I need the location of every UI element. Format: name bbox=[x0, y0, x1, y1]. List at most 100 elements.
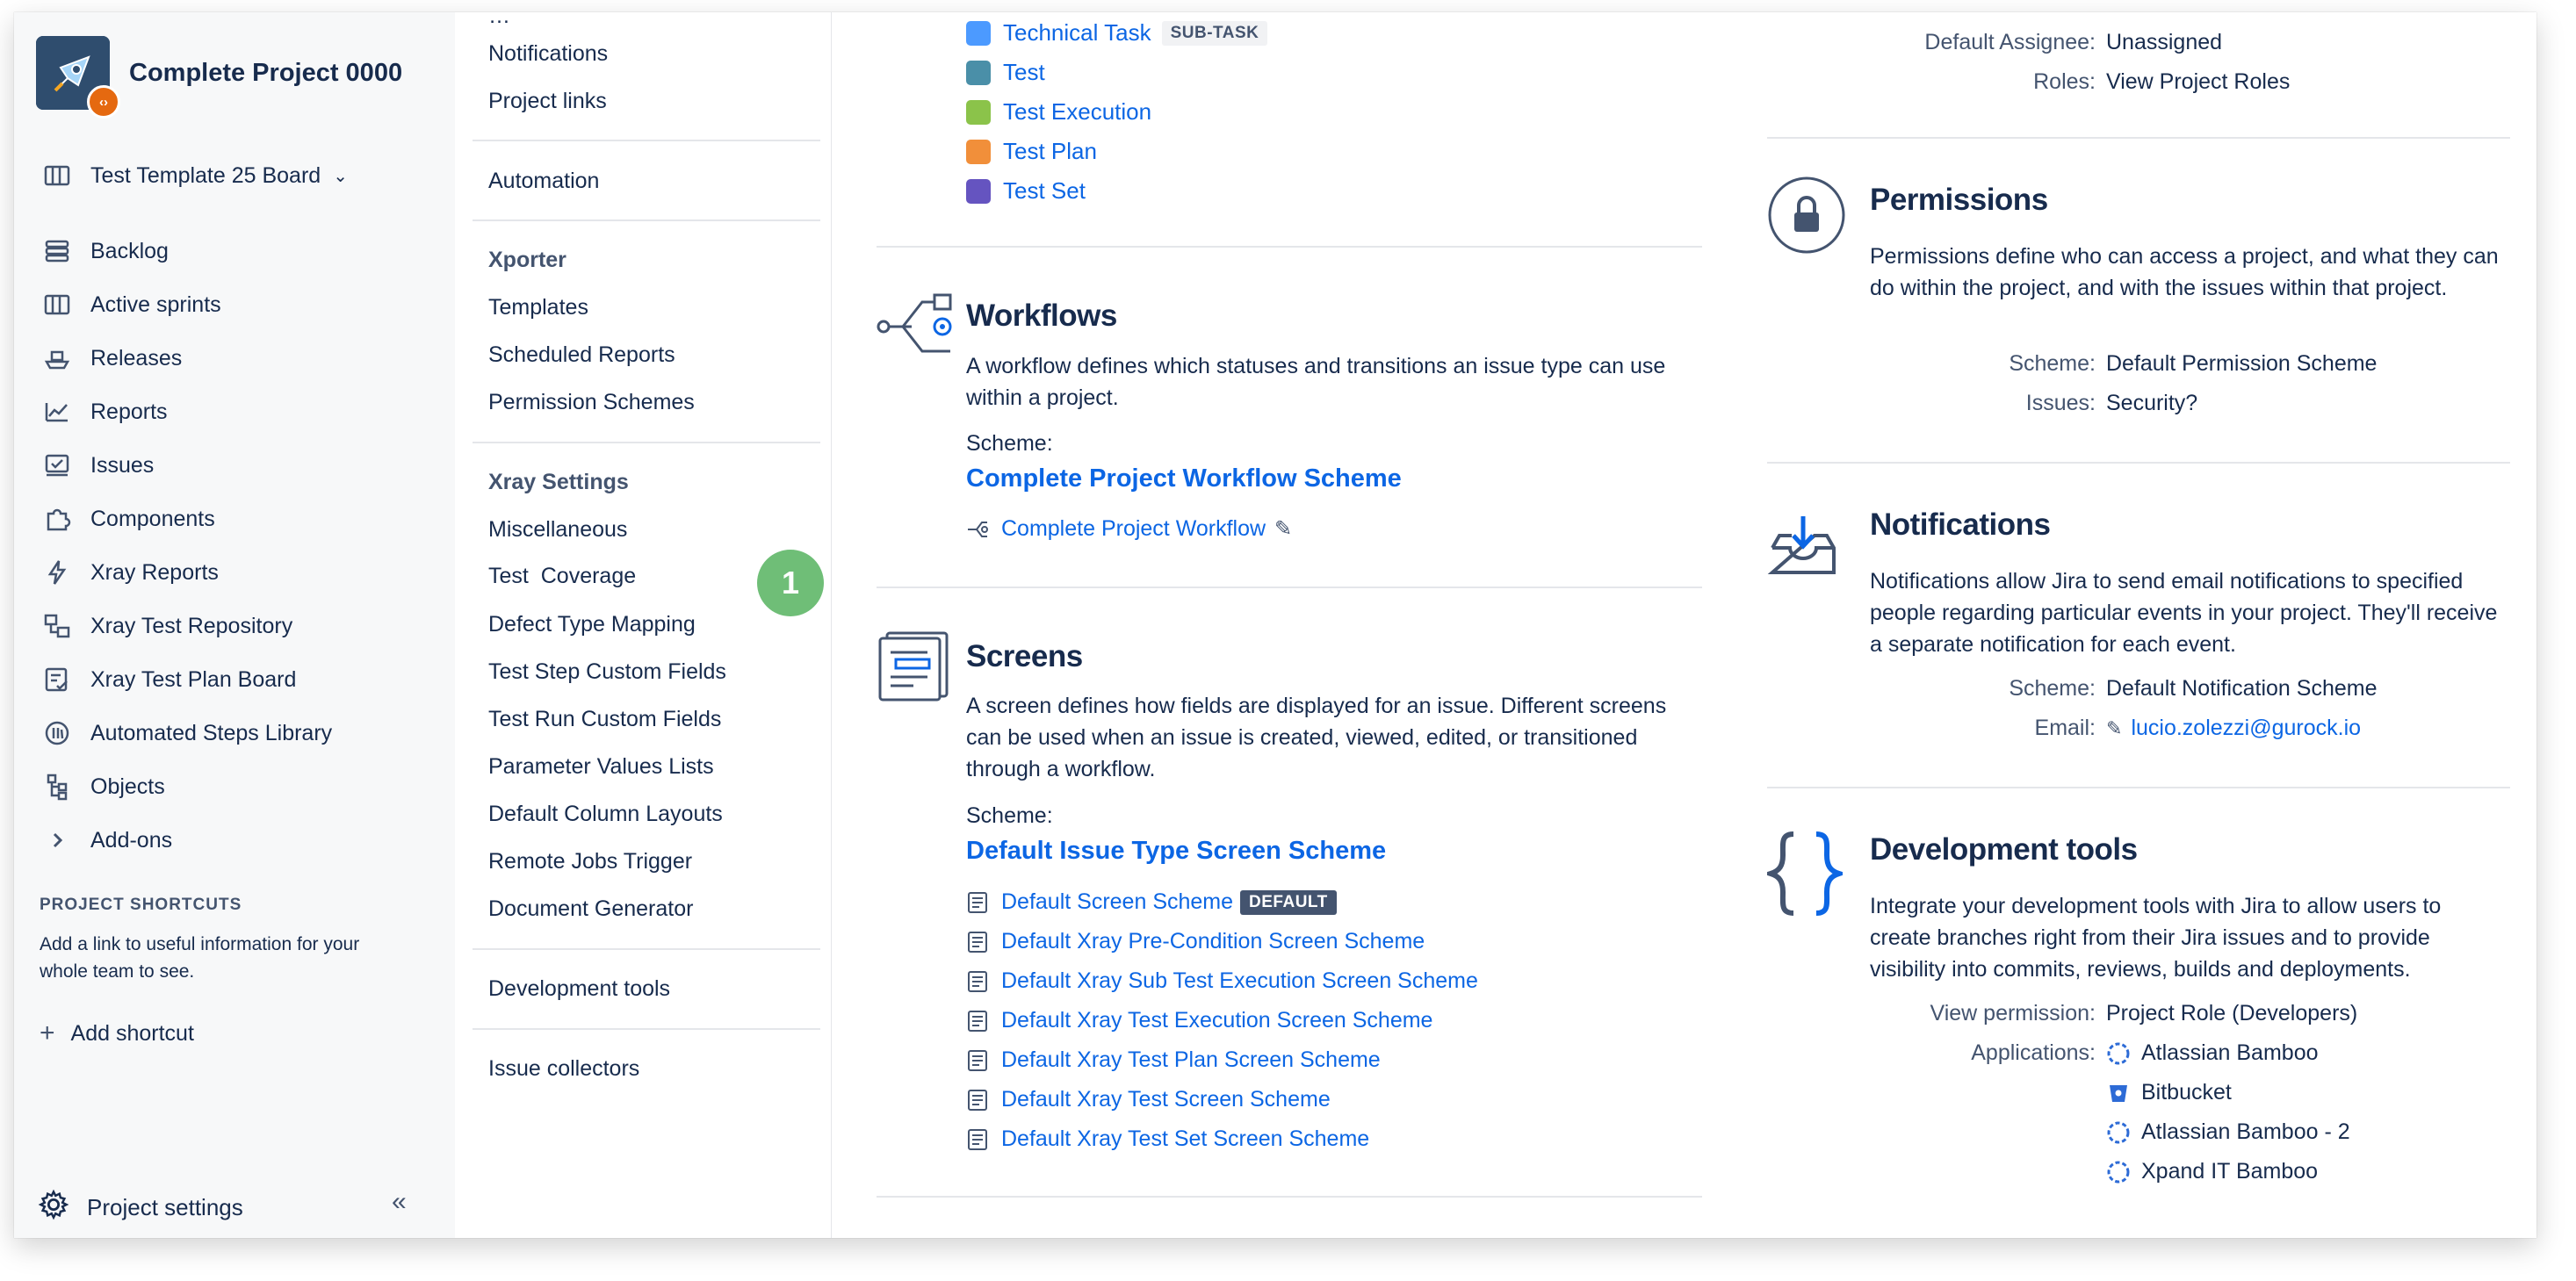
subnav-item-document-generator[interactable]: Document Generator bbox=[488, 896, 693, 922]
subnav-item-notifications[interactable]: Notifications bbox=[488, 41, 608, 67]
sidebar-item-reports[interactable]: Reports bbox=[41, 396, 168, 428]
subnav-item-miscellaneous[interactable]: Miscellaneous bbox=[488, 517, 627, 543]
screen-scheme-row[interactable]: Default Xray Test Screen Scheme bbox=[966, 1087, 1331, 1112]
subnav-item-test-run-custom-fields[interactable]: Test Run Custom Fields bbox=[488, 707, 721, 732]
sidebar-item-label: Reports bbox=[90, 399, 168, 424]
subnav-item-cut: … bbox=[488, 12, 510, 28]
sidebar-item-objects[interactable]: Objects bbox=[41, 771, 165, 802]
project-header[interactable]: ‹› Complete Project 0000 bbox=[36, 36, 402, 119]
bamboo-icon bbox=[2107, 1042, 2130, 1064]
divider bbox=[877, 246, 1702, 248]
view-project-roles-link[interactable]: View Project Roles bbox=[2106, 69, 2290, 95]
subnav-item-templates[interactable]: Templates bbox=[488, 295, 588, 320]
email-row[interactable]: ✎ lucio.zolezzi@gurock.io bbox=[2106, 716, 2361, 741]
board-switcher[interactable]: Test Template 25 Board ⌄ bbox=[41, 160, 348, 191]
collapse-sidebar-icon[interactable]: « bbox=[392, 1187, 407, 1217]
issue-type-link[interactable]: Test Execution bbox=[1003, 98, 1151, 126]
screen-scheme-link[interactable]: Default Xray Test Execution Screen Schem… bbox=[1001, 1008, 1432, 1033]
subnav-item-permission-schemes[interactable]: Permission Schemes bbox=[488, 390, 695, 415]
screens-scheme-label: Scheme: bbox=[966, 803, 1053, 828]
subnav-item-default-column-layouts[interactable]: Default Column Layouts bbox=[488, 802, 723, 827]
issue-type-link[interactable]: Test Plan bbox=[1003, 138, 1097, 165]
notification-scheme-link[interactable]: Default Notification Scheme bbox=[2106, 676, 2377, 702]
screen-scheme-link[interactable]: Default Xray Test Plan Screen Scheme bbox=[1001, 1047, 1381, 1073]
divider bbox=[1767, 462, 2510, 464]
screen-scheme-link[interactable]: Default Xray Test Screen Scheme bbox=[1001, 1087, 1331, 1112]
workflow-row[interactable]: Complete Project Workflow ✎ bbox=[966, 516, 1292, 542]
divider bbox=[877, 587, 1702, 588]
screen-scheme-row[interactable]: Default Xray Test Execution Screen Schem… bbox=[966, 1008, 1432, 1033]
workflow-link[interactable]: Complete Project Workflow bbox=[1001, 516, 1266, 542]
application-row[interactable]: Atlassian Bamboo - 2 bbox=[2106, 1119, 2350, 1145]
subnav-item-test-step-custom-fields[interactable]: Test Step Custom Fields bbox=[488, 659, 726, 685]
sidebar-item-components[interactable]: Components bbox=[41, 503, 215, 535]
curly-braces-icon bbox=[1767, 831, 1843, 916]
issue-type-test-set[interactable]: Test Set bbox=[966, 177, 1086, 205]
screen-scheme-row[interactable]: Default Screen Scheme DEFAULT bbox=[966, 889, 1337, 915]
sidebar-item-xray-reports[interactable]: Xray Reports bbox=[41, 557, 219, 588]
application-row[interactable]: Xpand IT Bamboo bbox=[2106, 1159, 2318, 1184]
screen-scheme-link[interactable]: Default Xray Pre-Condition Screen Scheme bbox=[1001, 929, 1425, 954]
subnav-item-remote-jobs-trigger[interactable]: Remote Jobs Trigger bbox=[488, 849, 692, 874]
sidebar-item-label: Releases bbox=[90, 345, 183, 371]
project-settings-link[interactable]: Project settings bbox=[38, 1189, 243, 1227]
test-plan-icon bbox=[41, 664, 73, 695]
project-sidebar: ‹› Complete Project 0000 Test Template 2… bbox=[14, 12, 456, 1238]
devtools-description: Integrate your development tools with Ji… bbox=[1870, 894, 2442, 982]
sidebar-item-label: Objects bbox=[90, 774, 165, 799]
screen-icon bbox=[968, 1010, 987, 1032]
subnav-item-scheduled-reports[interactable]: Scheduled Reports bbox=[488, 342, 675, 368]
sidebar-item-backlog[interactable]: Backlog bbox=[41, 235, 169, 267]
issue-type-technical-task[interactable]: Technical Task SUB-TASK bbox=[966, 19, 1268, 47]
screen-scheme-link[interactable]: Default Xray Test Set Screen Scheme bbox=[1001, 1126, 1369, 1152]
screen-scheme-link[interactable]: Default Issue Type Screen Scheme bbox=[966, 837, 1386, 866]
sidebar-item-add-ons[interactable]: Add-ons bbox=[41, 824, 172, 856]
workflow-scheme-link[interactable]: Complete Project Workflow Scheme bbox=[966, 464, 1402, 493]
sidebar-item-issues[interactable]: Issues bbox=[41, 450, 154, 481]
issue-type-test[interactable]: Test bbox=[966, 59, 1045, 86]
sidebar-item-xray-test-repository[interactable]: Xray Test Repository bbox=[41, 610, 292, 642]
subnav-item-development-tools[interactable]: Development tools bbox=[488, 976, 670, 1002]
edit-pencil-icon[interactable]: ✎ bbox=[1274, 516, 1292, 542]
email-link[interactable]: lucio.zolezzi@gurock.io bbox=[2131, 716, 2361, 741]
sidebar-item-releases[interactable]: Releases bbox=[41, 342, 182, 374]
email-key: Email: bbox=[2034, 716, 2096, 740]
issue-type-link[interactable]: Test bbox=[1003, 59, 1045, 86]
subnav-item-test-coverage[interactable]: Test Coverage bbox=[488, 564, 636, 589]
subnav-item-automation[interactable]: Automation bbox=[488, 169, 599, 194]
divider bbox=[1767, 787, 2510, 788]
workflows-scheme-label: Scheme: bbox=[966, 431, 1053, 456]
sidebar-item-automated-steps-library[interactable]: Automated Steps Library bbox=[41, 717, 332, 749]
subnav-item-parameter-values-lists[interactable]: Parameter Values Lists bbox=[488, 754, 714, 780]
screen-scheme-row[interactable]: Default Xray Pre-Condition Screen Scheme bbox=[966, 929, 1425, 954]
subnav-item-project-links[interactable]: Project links bbox=[488, 89, 607, 114]
shortcuts-heading: PROJECT SHORTCUTS bbox=[40, 896, 242, 914]
sidebar-item-active-sprints[interactable]: Active sprints bbox=[41, 289, 221, 320]
permission-scheme-link[interactable]: Default Permission Scheme bbox=[2106, 351, 2377, 377]
subnav-item-issue-collectors[interactable]: Issue collectors bbox=[488, 1056, 639, 1082]
screen-icon bbox=[968, 1089, 987, 1111]
screen-scheme-link[interactable]: Default Xray Sub Test Execution Screen S… bbox=[1001, 968, 1478, 994]
applications-key: Applications: bbox=[1971, 1040, 2096, 1065]
issue-type-link[interactable]: Technical Task bbox=[1003, 19, 1151, 47]
application-row[interactable]: Atlassian Bamboo bbox=[2106, 1040, 2319, 1066]
issue-type-test-execution[interactable]: Test Execution bbox=[966, 98, 1151, 126]
divider bbox=[877, 1196, 1702, 1198]
screen-scheme-row[interactable]: Default Xray Test Set Screen Scheme bbox=[966, 1126, 1369, 1152]
divider bbox=[473, 1028, 820, 1030]
view-permission-value: Project Role (Developers) bbox=[2106, 1001, 2358, 1026]
issue-security-link[interactable]: Security? bbox=[2106, 391, 2197, 416]
edit-pencil-icon[interactable]: ✎ bbox=[2106, 717, 2122, 740]
screen-scheme-row[interactable]: Default Xray Sub Test Execution Screen S… bbox=[966, 968, 1478, 994]
ship-icon bbox=[41, 342, 73, 374]
subnav-item-defect-type-mapping[interactable]: Defect Type Mapping bbox=[488, 612, 696, 637]
application-name: Bitbucket bbox=[2141, 1080, 2232, 1105]
screen-scheme-row[interactable]: Default Xray Test Plan Screen Scheme bbox=[966, 1047, 1381, 1073]
issue-type-link[interactable]: Test Set bbox=[1003, 177, 1086, 205]
issue-type-test-plan[interactable]: Test Plan bbox=[966, 138, 1097, 165]
sidebar-item-xray-test-plan-board[interactable]: Xray Test Plan Board bbox=[41, 664, 296, 695]
screen-scheme-link[interactable]: Default Screen Scheme bbox=[1001, 889, 1233, 915]
add-shortcut-button[interactable]: + Add shortcut bbox=[40, 1018, 194, 1048]
default-assignee-value: Unassigned bbox=[2106, 30, 2223, 54]
application-row[interactable]: Bitbucket bbox=[2106, 1080, 2232, 1105]
